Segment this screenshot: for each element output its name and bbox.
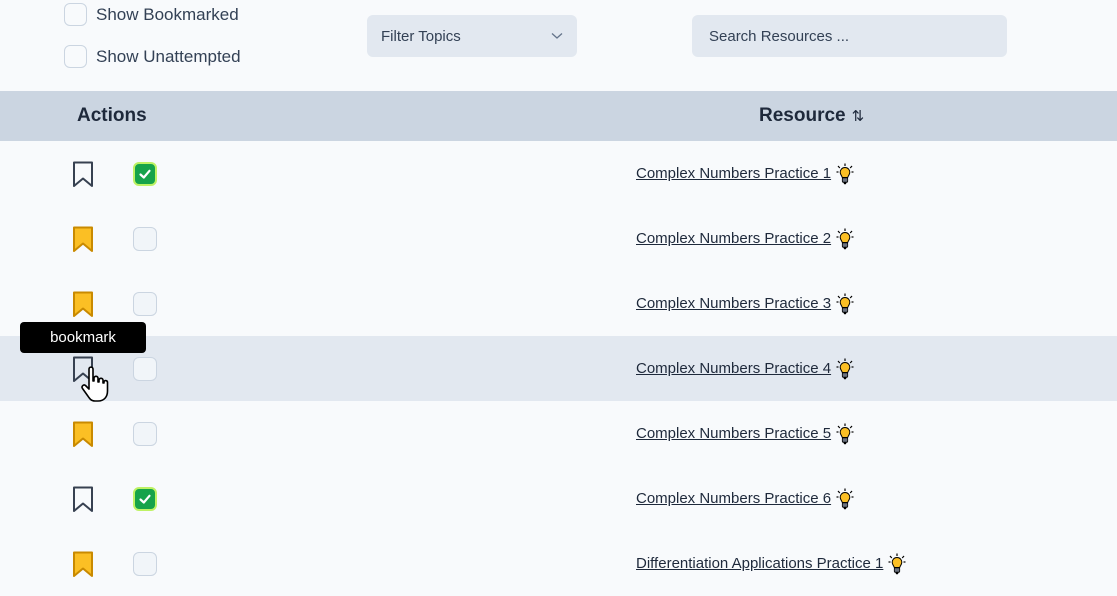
show-bookmarked-label: Show Bookmarked bbox=[96, 4, 239, 24]
lightbulb-icon[interactable] bbox=[836, 423, 854, 445]
resource-cell: Complex Numbers Practice 4 bbox=[636, 336, 854, 401]
attempted-checkbox[interactable] bbox=[133, 292, 157, 316]
resource-link[interactable]: Differentiation Applications Practice 1 bbox=[636, 555, 883, 572]
attempted-checkbox[interactable] bbox=[133, 357, 157, 381]
resource-cell: Complex Numbers Practice 2 bbox=[636, 206, 854, 271]
resource-link[interactable]: Complex Numbers Practice 5 bbox=[636, 425, 831, 442]
bookmark-icon[interactable] bbox=[71, 486, 95, 513]
filter-bar: Show Bookmarked Show Unattempted Filter … bbox=[0, 0, 1117, 91]
bookmark-icon[interactable] bbox=[71, 291, 95, 318]
lightbulb-icon[interactable] bbox=[836, 228, 854, 250]
table-row: Complex Numbers Practice 1 bbox=[0, 141, 1117, 206]
resource-link[interactable]: Complex Numbers Practice 6 bbox=[636, 490, 831, 507]
lightbulb-icon[interactable] bbox=[836, 358, 854, 380]
resource-cell: Complex Numbers Practice 1 bbox=[636, 141, 854, 206]
show-bookmarked-option[interactable]: Show Bookmarked bbox=[64, 3, 239, 26]
chevron-down-icon bbox=[551, 33, 563, 39]
table-row: Differentiation Applications Practice 1 bbox=[0, 531, 1117, 596]
lightbulb-icon[interactable] bbox=[836, 488, 854, 510]
table-row: Complex Numbers Practice 3 bbox=[0, 271, 1117, 336]
resource-column-label: Resource bbox=[759, 105, 846, 126]
table-header: Actions Resource ⇅ bbox=[0, 91, 1117, 141]
lightbulb-icon[interactable] bbox=[836, 163, 854, 185]
bookmark-tooltip: bookmark bbox=[20, 322, 146, 353]
attempted-checkbox[interactable] bbox=[133, 487, 157, 511]
table-row: Complex Numbers Practice 6 bbox=[0, 466, 1117, 531]
bookmark-icon[interactable] bbox=[71, 551, 95, 578]
show-unattempted-checkbox[interactable] bbox=[64, 45, 87, 68]
show-unattempted-label: Show Unattempted bbox=[96, 46, 241, 66]
resource-cell: Differentiation Applications Practice 1 bbox=[636, 531, 906, 596]
bookmark-icon[interactable] bbox=[71, 421, 95, 448]
table-row: Complex Numbers Practice 4 bbox=[0, 336, 1117, 401]
resource-column-header[interactable]: Resource ⇅ bbox=[759, 91, 864, 141]
bookmark-icon[interactable] bbox=[71, 226, 95, 253]
table-row: Complex Numbers Practice 2 bbox=[0, 206, 1117, 271]
show-bookmarked-checkbox[interactable] bbox=[64, 3, 87, 26]
bookmark-icon[interactable] bbox=[71, 161, 95, 188]
resource-cell: Complex Numbers Practice 5 bbox=[636, 401, 854, 466]
resource-link[interactable]: Complex Numbers Practice 3 bbox=[636, 295, 831, 312]
attempted-checkbox[interactable] bbox=[133, 422, 157, 446]
actions-column-header: Actions bbox=[77, 105, 147, 126]
attempted-checkbox[interactable] bbox=[133, 227, 157, 251]
resource-cell: Complex Numbers Practice 3 bbox=[636, 271, 854, 336]
resource-link[interactable]: Complex Numbers Practice 1 bbox=[636, 165, 831, 182]
resource-cell: Complex Numbers Practice 6 bbox=[636, 466, 854, 531]
table-row: Complex Numbers Practice 5 bbox=[0, 401, 1117, 466]
resource-link[interactable]: Complex Numbers Practice 4 bbox=[636, 360, 831, 377]
show-unattempted-option[interactable]: Show Unattempted bbox=[64, 45, 241, 68]
attempted-checkbox[interactable] bbox=[133, 552, 157, 576]
sort-icon[interactable]: ⇅ bbox=[852, 107, 865, 125]
lightbulb-icon[interactable] bbox=[836, 293, 854, 315]
hand-pointer-icon bbox=[81, 366, 109, 402]
search-resources-input[interactable] bbox=[692, 15, 1007, 57]
attempted-checkbox[interactable] bbox=[133, 162, 157, 186]
resource-list: Complex Numbers Practice 1 Complex Number… bbox=[0, 141, 1117, 596]
resource-link[interactable]: Complex Numbers Practice 2 bbox=[636, 230, 831, 247]
filter-topics-select[interactable]: Filter Topics bbox=[367, 15, 577, 57]
check-icon bbox=[139, 494, 151, 504]
check-icon bbox=[139, 169, 151, 179]
lightbulb-icon[interactable] bbox=[888, 553, 906, 575]
filter-topics-label: Filter Topics bbox=[381, 27, 461, 45]
